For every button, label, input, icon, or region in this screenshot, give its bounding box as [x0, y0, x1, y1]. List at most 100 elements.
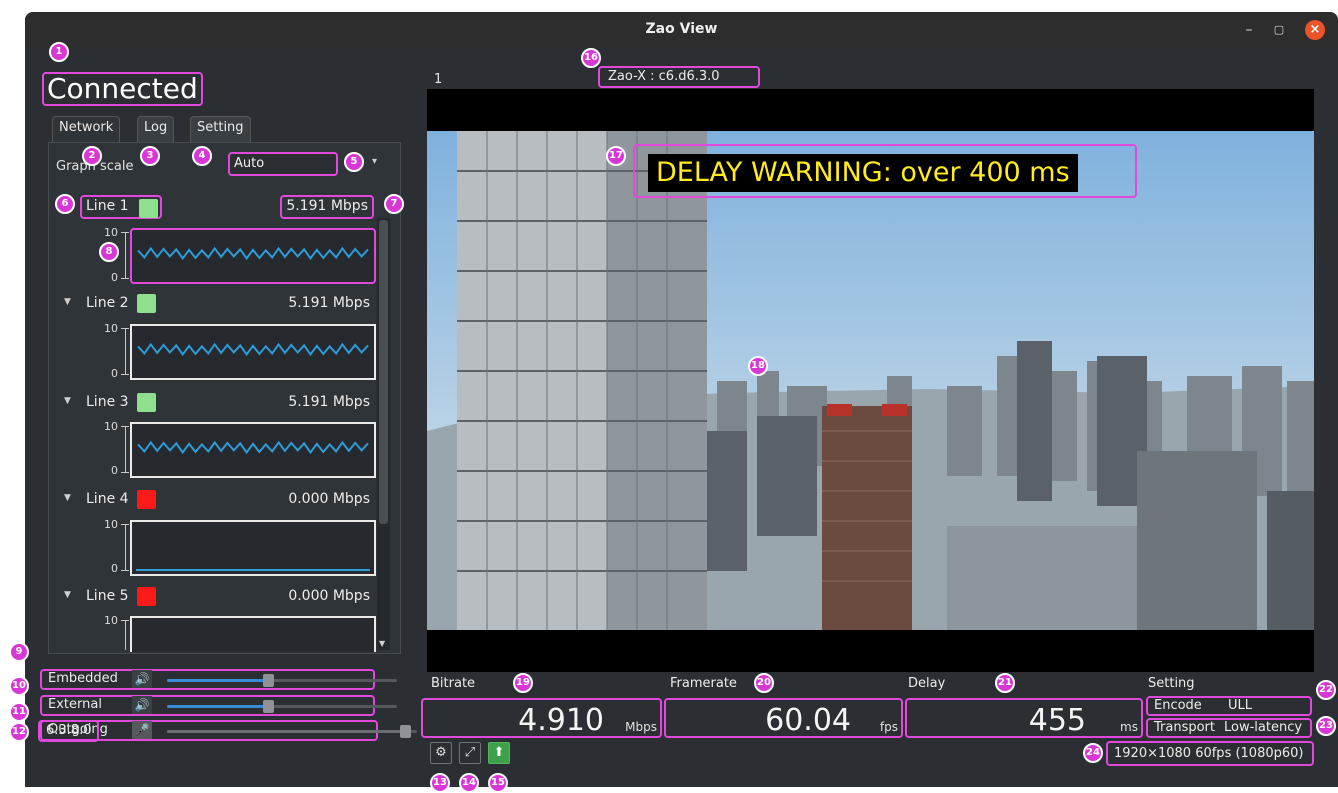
bitrate-label: Bitrate: [431, 676, 476, 691]
callout-badge: 15: [488, 773, 508, 793]
tab-network[interactable]: Network: [52, 116, 121, 142]
maximize-button[interactable]: ▢: [1269, 20, 1289, 40]
graph-scale-select[interactable]: Auto: [228, 152, 338, 176]
callout-badge: 14: [459, 773, 479, 793]
scroll-down-icon[interactable]: ▼: [379, 639, 385, 648]
slider-fill: [167, 679, 269, 682]
y-tick: [121, 472, 129, 473]
callout-badge: 21: [995, 673, 1015, 693]
callout-badge: 11: [9, 702, 29, 722]
collapse-arrow-icon[interactable]: ▼: [64, 493, 71, 503]
speaker-icon[interactable]: 🔊: [132, 670, 152, 688]
fullscreen-icon[interactable]: ⤢: [459, 742, 481, 764]
scrollbar-thumb[interactable]: [379, 220, 388, 524]
minimize-button[interactable]: –: [1239, 20, 1259, 40]
framerate-unit: fps: [879, 720, 898, 734]
line-name[interactable]: Line 2: [86, 295, 129, 311]
speaker-icon[interactable]: 🔊: [132, 696, 152, 714]
y-axis: [125, 524, 126, 570]
callout-badge: 12: [9, 722, 29, 742]
audio-external: External 🔊: [40, 695, 397, 716]
slider-fill: [167, 730, 405, 733]
y-tick: [121, 374, 129, 375]
slider-handle[interactable]: [263, 674, 275, 687]
line-color-swatch: [139, 199, 158, 218]
city-skyline-image: [427, 131, 1314, 630]
callout-badge: 5: [344, 152, 364, 172]
transport-setting: Transport Low-latency: [1146, 718, 1312, 738]
video-index: 1: [434, 72, 443, 87]
y-min-label: 0: [111, 271, 118, 284]
volume-slider[interactable]: [167, 674, 397, 687]
line-name[interactable]: Line 4: [86, 491, 129, 507]
graph-plot: [136, 569, 370, 571]
audio-label: External: [48, 697, 102, 712]
bitrate-readout: 4.910 Mbps: [421, 698, 662, 738]
graph-plot: [137, 342, 369, 357]
graph-series-line: [137, 342, 369, 357]
resolution-label: 1920×1080 60fps (1080p60): [1106, 741, 1314, 766]
callout-badge: 4: [192, 146, 212, 166]
y-tick: [121, 524, 129, 525]
slider-handle[interactable]: [399, 725, 411, 738]
line-color-swatch: [137, 294, 156, 313]
collapse-arrow-icon[interactable]: ▼: [64, 396, 71, 406]
delay-readout: 455 ms: [905, 698, 1143, 738]
y-tick: [121, 570, 129, 571]
callout-badge: 18: [748, 356, 768, 376]
delay-warning: DELAY WARNING: over 400 ms: [648, 154, 1078, 192]
y-max-label: 10: [104, 614, 118, 627]
tab-log[interactable]: Log: [137, 116, 175, 142]
callout-badge: 17: [606, 146, 626, 166]
bitrate-graph: [130, 324, 376, 380]
callout-badge: 1: [49, 42, 69, 62]
y-tick: [121, 278, 129, 279]
line-rate: 5.191 Mbps: [288, 394, 370, 410]
callout-badge: 20: [754, 673, 774, 693]
audio-embedded: Embedded 🔊: [40, 669, 397, 690]
encode-key: Encode: [1154, 698, 1202, 713]
graph-plot: [137, 440, 369, 455]
y-min-label: 0: [111, 464, 118, 477]
y-max-label: 10: [104, 518, 118, 531]
framerate-readout: 60.04 fps: [664, 698, 903, 738]
callout-badge: 24: [1083, 743, 1103, 763]
y-max-label: 10: [104, 322, 118, 335]
panel-scrollbar[interactable]: ▼: [377, 218, 390, 650]
settings-gear-icon[interactable]: ⚙: [430, 742, 452, 764]
y-axis: [125, 426, 126, 472]
callout-badge: 3: [140, 146, 160, 166]
callout-badge: 16: [581, 48, 601, 68]
y-tick: [121, 232, 129, 233]
line-rate: 5.191 Mbps: [288, 295, 370, 311]
line-header: ▼ Line 4 0.000 Mbps: [64, 490, 376, 512]
line-name[interactable]: Line 5: [86, 588, 129, 604]
line-header: ▼ Line 2 5.191 Mbps: [64, 294, 376, 316]
graph-series-line: [137, 440, 369, 455]
chevron-down-icon[interactable]: ▾: [372, 156, 377, 167]
volume-slider[interactable]: [167, 700, 397, 713]
close-button[interactable]: ×: [1305, 20, 1325, 40]
line-color-swatch: [137, 393, 156, 412]
line-rate: 0.000 Mbps: [288, 588, 370, 604]
collapse-arrow-icon[interactable]: ▼: [64, 590, 71, 600]
encode-value: ULL: [1228, 698, 1253, 713]
tab-setting[interactable]: Setting: [190, 116, 251, 142]
upload-icon[interactable]: ⬆: [488, 742, 510, 764]
microphone-icon[interactable]: 🎤: [132, 721, 152, 739]
version-label: 6.3.8.0: [38, 720, 100, 742]
callout-badge: 7: [384, 194, 404, 214]
callout-badge: 13: [430, 773, 450, 793]
slider-handle[interactable]: [263, 700, 275, 713]
framerate-value: 60.04: [765, 703, 851, 738]
line-name[interactable]: Line 3: [86, 394, 129, 410]
volume-slider[interactable]: [167, 725, 417, 738]
setting-label: Setting: [1148, 676, 1195, 691]
window-title: Zao View: [645, 21, 718, 37]
bitrate-graph: [130, 422, 376, 478]
collapse-arrow-icon[interactable]: ▼: [64, 297, 71, 307]
line-color-swatch: [137, 490, 156, 509]
y-tick: [121, 620, 129, 621]
video-preview[interactable]: [427, 131, 1314, 630]
line-rate: 0.000 Mbps: [288, 491, 370, 507]
